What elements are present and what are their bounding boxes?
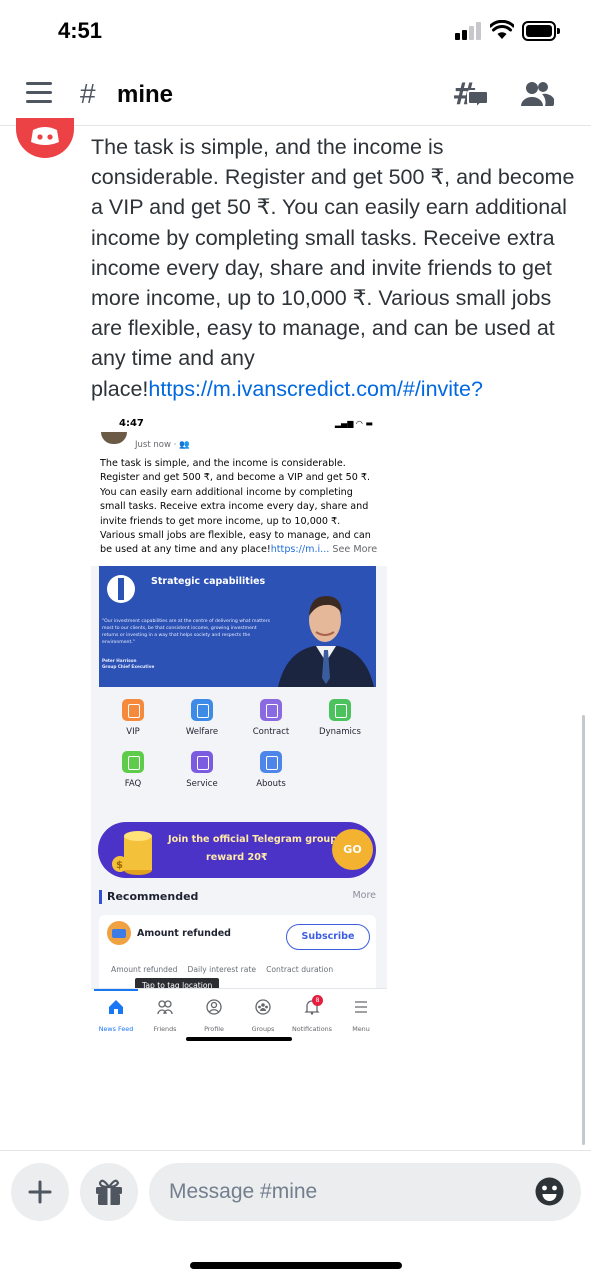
wifi-icon <box>490 20 514 39</box>
grid-item-service: Service <box>172 750 232 789</box>
embed-status-icons: ▂▄▆ ◠ ▬ <box>334 419 373 428</box>
message-content: The task is simple, and the income is co… <box>91 132 577 434</box>
embed-post-header: Just now · 👥 <box>91 432 387 452</box>
banner-pagination-dots <box>229 676 244 687</box>
members-icon[interactable] <box>520 80 554 108</box>
banner-person-photo <box>278 587 374 687</box>
telegram-go-button: GO <box>332 828 373 870</box>
embed-post-text: The task is simple, and the income is co… <box>91 452 387 558</box>
scrollbar[interactable] <box>582 715 585 1145</box>
status-bar: 4:51 <box>0 0 591 62</box>
grid-item-abouts: Abouts <box>241 750 301 789</box>
welfare-icon <box>191 698 213 721</box>
embed-banner: Strategic capabilities "Our investment c… <box>99 565 376 687</box>
banner-quote: "Our investment capabilities are at the … <box>102 618 270 645</box>
grid-item-welfare: Welfare <box>172 698 232 737</box>
embed-app-view: Strategic capabilities "Our investment c… <box>91 565 387 999</box>
cellular-signal-icon <box>455 22 483 40</box>
tab-menu: Menu <box>336 999 386 1033</box>
emoji-icon[interactable] <box>534 1176 565 1207</box>
embed-home-indicator <box>186 1037 292 1041</box>
home-indicator <box>190 1262 402 1269</box>
banner-title: Strategic capabilities <box>151 575 266 587</box>
banner-logo-icon <box>107 574 135 603</box>
embed-post-link: https://m.i... <box>270 544 330 556</box>
gift-icon <box>96 1179 122 1205</box>
contract-icon <box>260 698 282 721</box>
wallet-icon <box>107 920 131 945</box>
message-composer <box>0 1150 591 1280</box>
recommended-accent-bar <box>99 889 102 904</box>
recommended-more: More <box>352 889 376 901</box>
recommended-section: Recommended More <box>91 881 387 915</box>
dynamics-icon <box>329 698 351 721</box>
profile-icon <box>206 999 222 1015</box>
menu-icon <box>355 1001 367 1013</box>
recommended-title: Recommended <box>107 889 199 903</box>
channel-hash-icon: # <box>80 78 96 109</box>
image-attachment[interactable]: 4:47 ▂▄▆ ◠ ▬ Just now · 👥 The task is si… <box>91 410 387 1046</box>
channel-name: mine <box>117 81 174 108</box>
plus-icon <box>28 1180 52 1204</box>
grid-item-dynamics: Dynamics <box>310 698 370 737</box>
banner-author: Peter Harrison Group Chief Executive <box>102 657 155 669</box>
add-attachment-button[interactable] <box>11 1163 69 1221</box>
hamburger-menu-icon[interactable] <box>26 82 52 104</box>
message-input[interactable] <box>149 1163 581 1221</box>
grid-item-contract: Contract <box>241 698 301 737</box>
tab-groups: Groups <box>238 999 288 1033</box>
embed-menu-grid: VIP Welfare Contract Dynamics FAQ Servic… <box>91 687 387 819</box>
vip-icon <box>122 698 144 721</box>
threads-icon[interactable]: # <box>452 78 488 110</box>
grid-item-faq: FAQ <box>103 750 163 789</box>
discord-logo-icon <box>31 127 59 145</box>
embed-post-meta: Just now · 👥 <box>135 440 190 450</box>
channel-header: # mine # <box>0 62 591 126</box>
telegram-text: Join the official Telegram group, <box>168 833 341 845</box>
tab-notifications: Notifications 8 <box>292 995 332 1033</box>
product-card-columns: Amount refunded Daily interest rate Contra… <box>111 964 334 974</box>
friends-audience-icon: 👥 <box>179 440 190 450</box>
telegram-reward: reward 20₹ <box>206 851 268 863</box>
abouts-icon <box>260 750 282 773</box>
subscribe-button: Subscribe <box>286 923 370 950</box>
embed-post-avatar <box>101 432 127 444</box>
user-avatar[interactable] <box>16 118 74 158</box>
service-icon <box>191 750 213 773</box>
active-tab-indicator <box>94 989 138 991</box>
embed-status-bar: 4:47 ▂▄▆ ◠ ▬ <box>91 410 387 438</box>
grid-item-vip: VIP <box>103 698 163 737</box>
tab-news-feed: News Feed <box>91 999 141 1033</box>
svg-text:$: $ <box>116 860 123 871</box>
status-time: 4:51 <box>58 18 103 43</box>
coins-icon: $ <box>112 830 152 875</box>
notification-badge: 8 <box>312 995 323 1006</box>
tab-profile: Profile <box>189 999 239 1033</box>
groups-icon <box>255 999 271 1015</box>
home-icon <box>109 1000 123 1014</box>
product-card-title: Amount refunded <box>137 927 231 939</box>
friends-icon <box>157 1000 173 1015</box>
embed-see-more: See More <box>332 544 378 556</box>
embed-post-body: The task is simple, and the income is co… <box>100 458 371 556</box>
message-body: The task is simple, and the income is co… <box>91 135 575 401</box>
battery-icon <box>522 21 560 41</box>
faq-icon <box>122 750 144 773</box>
gift-button[interactable] <box>80 1163 138 1221</box>
telegram-banner: $ Join the official Telegram group, rewa… <box>98 821 376 878</box>
embed-status-time: 4:47 <box>119 418 144 429</box>
tab-friends: Friends <box>140 999 190 1033</box>
